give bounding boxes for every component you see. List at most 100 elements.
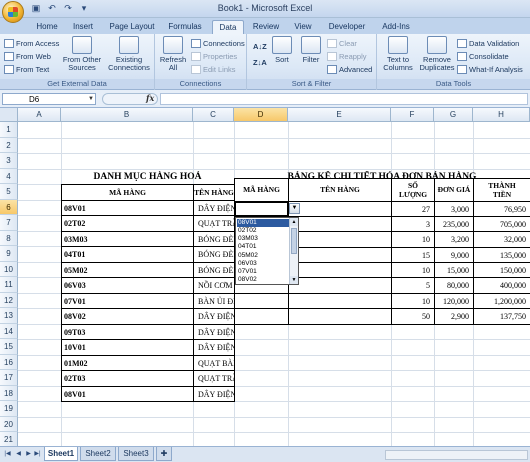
right-table-price[interactable]: 15,000 — [434, 262, 474, 279]
left-table-code[interactable]: 08V02 — [61, 308, 194, 325]
row-header-5[interactable]: 5 — [0, 184, 18, 200]
row-header-12[interactable]: 12 — [0, 292, 18, 308]
left-table-code[interactable]: 10V01 — [61, 339, 194, 356]
left-table-code[interactable]: 04T01 — [61, 246, 194, 263]
column-header-d[interactable]: D — [234, 108, 288, 122]
tab-data[interactable]: Data — [212, 20, 244, 34]
sheet-tab-1[interactable]: Sheet1 — [44, 447, 78, 461]
left-table-name[interactable]: BÓNG ĐÈN NEON 0.6M — [193, 246, 235, 263]
right-table-total[interactable]: 76,950 — [473, 200, 530, 217]
dropdown-option[interactable]: 02T02 — [237, 227, 289, 235]
left-table-name[interactable]: NỒI CƠM ĐIỆN — [193, 277, 235, 294]
row-header-17[interactable]: 17 — [0, 370, 18, 386]
row-header-1[interactable]: 1 — [0, 122, 18, 138]
tab-add-ins[interactable]: Add-Ins — [376, 20, 416, 34]
right-table-price[interactable]: 120,000 — [434, 292, 474, 310]
existing-connections-button[interactable]: Existing Connections — [106, 36, 152, 72]
select-all-corner[interactable] — [0, 108, 18, 122]
row-header-16[interactable]: 16 — [0, 354, 18, 370]
row-header-14[interactable]: 14 — [0, 323, 18, 339]
left-table-code[interactable]: 01M02 — [61, 354, 194, 371]
prev-sheet-icon[interactable]: ◀ — [14, 450, 23, 459]
left-table-code[interactable]: 08V01 — [61, 199, 194, 216]
first-sheet-icon[interactable]: |◀ — [3, 450, 12, 459]
right-table-code[interactable] — [234, 292, 289, 310]
right-table-price[interactable]: 80,000 — [434, 277, 474, 294]
sheet-tab-3[interactable]: Sheet3 — [118, 447, 154, 461]
dropdown-option[interactable]: 08V01 — [237, 218, 289, 227]
dropdown-arrow-icon[interactable]: ▼ — [289, 202, 300, 214]
row-header-9[interactable]: 9 — [0, 246, 18, 262]
right-table-price[interactable]: 235,000 — [434, 215, 474, 233]
dropdown-scrollbar[interactable]: ▲ ▼ — [289, 217, 298, 284]
left-table-name[interactable]: DÂY ĐIỆN ĐÔI 20 — [193, 308, 235, 325]
left-table-name[interactable]: BÓNG ĐÈN TRÒN — [193, 230, 235, 247]
left-table-name[interactable]: DÂY ĐIỆN ĐÔI 20 — [193, 199, 235, 216]
left-table-name[interactable]: QUẠT TRẦN — [193, 215, 235, 232]
active-cell-d6[interactable] — [234, 200, 289, 217]
right-table-name[interactable] — [288, 308, 392, 325]
right-table-total[interactable]: 705,000 — [473, 215, 530, 233]
row-header-2[interactable]: 2 — [0, 137, 18, 153]
column-header-b[interactable]: B — [61, 108, 193, 122]
tab-page-layout[interactable]: Page Layout — [104, 20, 160, 34]
insert-sheet-icon[interactable]: ✚ — [156, 447, 172, 461]
row-header-6[interactable]: 6 — [0, 199, 18, 215]
tab-formulas[interactable]: Formulas — [164, 20, 206, 34]
row-header-11[interactable]: 11 — [0, 277, 18, 293]
column-header-e[interactable]: E — [288, 108, 391, 122]
left-table-name[interactable]: BÓNG ĐÈN NEON 1.2M — [193, 261, 235, 278]
left-table-name[interactable]: DÂY ĐIỆN ĐƠN 20 — [193, 339, 235, 356]
dropdown-option[interactable]: 04T01 — [237, 243, 289, 251]
dropdown-option[interactable]: 08V02 — [237, 276, 289, 284]
consolidate-button[interactable]: Consolidate — [457, 50, 509, 63]
dropdown-option[interactable]: 03M03 — [237, 235, 289, 243]
advanced-button[interactable]: Advanced — [327, 63, 372, 76]
tab-review[interactable]: Review — [248, 20, 284, 34]
right-table-qty[interactable]: 10 — [391, 292, 435, 310]
left-table-code[interactable]: 02T03 — [61, 370, 194, 387]
right-table-qty[interactable]: 10 — [391, 231, 435, 248]
refresh-all-button[interactable]: Refresh All — [158, 36, 188, 72]
connections-button[interactable]: Connections — [191, 37, 245, 50]
scroll-up-icon[interactable]: ▲ — [290, 217, 298, 226]
left-table-name[interactable]: DÂY ĐIỆN ĐƠN 16 — [193, 323, 235, 340]
row-header-7[interactable]: 7 — [0, 215, 18, 231]
column-header-h[interactable]: H — [473, 108, 530, 122]
row-header-15[interactable]: 15 — [0, 339, 18, 355]
right-table-price[interactable]: 9,000 — [434, 246, 474, 263]
office-button[interactable] — [2, 1, 24, 23]
horizontal-scrollbar[interactable] — [385, 450, 528, 460]
left-table-code[interactable]: 02T02 — [61, 215, 194, 232]
column-header-f[interactable]: F — [391, 108, 434, 122]
name-box[interactable]: D6 — [2, 93, 96, 105]
validation-dropdown-list[interactable]: 08V01 02T02 03M03 04T01 05M02 06V03 07V01 08V02… — [235, 216, 299, 285]
formula-input[interactable] — [160, 93, 528, 105]
right-table-qty[interactable]: 15 — [391, 246, 435, 263]
right-table-price[interactable]: 3,200 — [434, 231, 474, 248]
left-table-code[interactable]: 09T03 — [61, 323, 194, 340]
right-table-qty[interactable]: 10 — [391, 262, 435, 279]
clear-button[interactable]: Clear — [327, 37, 357, 50]
left-table-name[interactable]: BÀN ỦI ĐIỆN — [193, 292, 235, 309]
left-table-name[interactable]: DÂY ĐIỆN ĐÔI 20 — [193, 385, 235, 402]
right-table-total[interactable]: 32,000 — [473, 231, 530, 248]
text-to-columns-button[interactable]: Text to Columns — [381, 36, 415, 72]
next-sheet-icon[interactable]: ▶ — [24, 450, 33, 459]
right-table-total[interactable]: 400,000 — [473, 277, 530, 294]
remove-duplicates-button[interactable]: Remove Duplicates — [417, 36, 457, 72]
from-other-sources-button[interactable]: From Other Sources — [62, 36, 102, 72]
row-header-18[interactable]: 18 — [0, 385, 18, 401]
right-table-name[interactable] — [288, 277, 392, 294]
insert-function-icon[interactable]: fx — [146, 93, 154, 103]
from-access-button[interactable]: From Access — [4, 37, 59, 50]
left-table-name[interactable]: QUẠT BÀN — [193, 354, 235, 371]
right-table-total[interactable]: 137,750 — [473, 308, 530, 325]
right-table-name[interactable] — [288, 246, 392, 263]
right-table-name[interactable] — [288, 231, 392, 248]
filter-button[interactable]: Filter — [299, 36, 323, 64]
row-header-8[interactable]: 8 — [0, 230, 18, 246]
left-table-code[interactable]: 03M03 — [61, 230, 194, 247]
right-table-qty[interactable]: 3 — [391, 215, 435, 233]
left-table-name[interactable]: QUẠT TRẦN — [193, 370, 235, 387]
